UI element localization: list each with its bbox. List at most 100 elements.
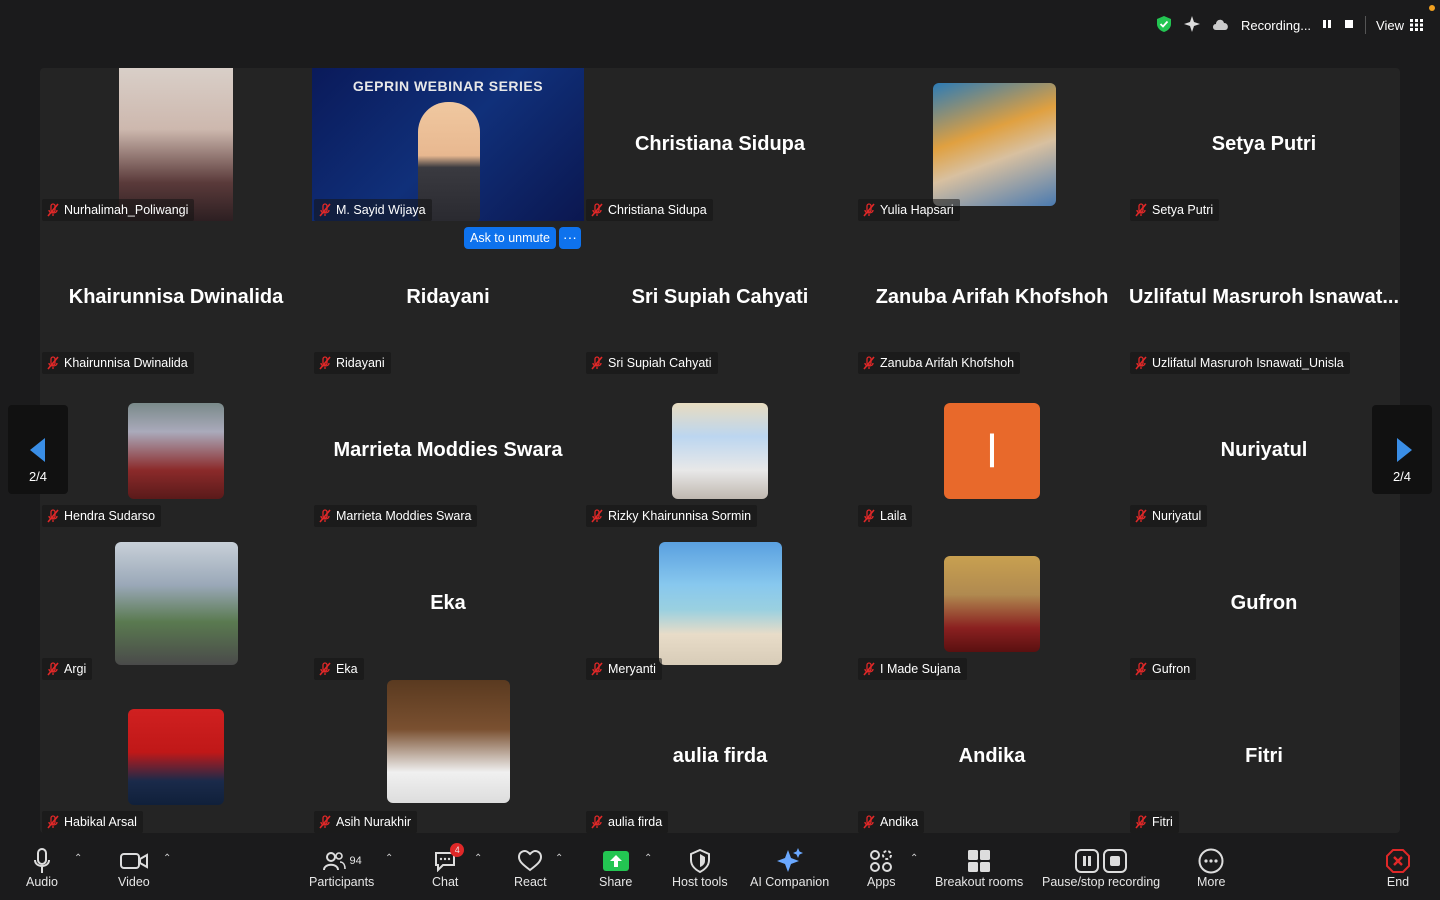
share-options-caret[interactable]: ⌃ bbox=[644, 853, 652, 864]
participant-tile[interactable]: Christiana Sidupa Christiana Sidupa bbox=[584, 68, 856, 221]
participants-button[interactable]: 94 Participants bbox=[309, 847, 374, 889]
muted-mic-icon bbox=[46, 662, 60, 676]
audio-options-caret[interactable]: ⌃ bbox=[74, 853, 82, 864]
participant-tile[interactable]: Rizky Khairunnisa Sormin bbox=[584, 374, 856, 527]
more-icon bbox=[1198, 848, 1224, 874]
view-button[interactable]: View bbox=[1376, 18, 1424, 33]
participant-tile[interactable]: Habikal Arsal bbox=[40, 680, 312, 833]
participant-tile[interactable]: Sri Supiah Cahyati Sri Supiah Cahyati bbox=[584, 221, 856, 374]
participant-nameplate: Rizky Khairunnisa Sormin bbox=[586, 505, 758, 527]
participant-tile[interactable]: Nurhalimah_Poliwangi bbox=[40, 68, 312, 221]
host-tools-button[interactable]: Host tools bbox=[672, 847, 728, 889]
divider bbox=[1365, 16, 1367, 34]
participant-nameplate: I Made Sujana bbox=[858, 658, 967, 680]
chat-options-caret[interactable]: ⌃ bbox=[474, 853, 482, 864]
stop-icon bbox=[1103, 849, 1128, 873]
participant-nameplate: Setya Putri bbox=[1130, 199, 1220, 221]
muted-mic-icon bbox=[1134, 662, 1148, 676]
audio-button[interactable]: Audio bbox=[26, 847, 58, 889]
cloud-recording-icon bbox=[1211, 17, 1231, 34]
end-meeting-button[interactable]: End bbox=[1385, 847, 1411, 889]
participant-nameplate: Christiana Sidupa bbox=[586, 199, 713, 221]
ai-companion-button[interactable]: AI Companion bbox=[750, 847, 829, 889]
previous-page-button[interactable]: 2/4 bbox=[8, 405, 68, 494]
participant-tile[interactable]: Eka Eka bbox=[312, 527, 584, 680]
share-label: Share bbox=[599, 875, 633, 889]
participants-options-caret[interactable]: ⌃ bbox=[385, 853, 393, 864]
microphone-icon bbox=[33, 848, 50, 873]
muted-mic-icon bbox=[862, 203, 876, 217]
participant-tile[interactable]: Nuriyatul Nuriyatul bbox=[1128, 374, 1400, 527]
participant-tile[interactable]: Uzlifatul Masruroh Isnawat... Uzlifatul M… bbox=[1128, 221, 1400, 374]
react-button[interactable]: React bbox=[514, 847, 547, 889]
react-label: React bbox=[514, 875, 547, 889]
participant-tile[interactable]: Gufron Gufron bbox=[1128, 527, 1400, 680]
ai-companion-label: AI Companion bbox=[750, 875, 830, 889]
participant-tile[interactable]: l Laila bbox=[856, 374, 1128, 527]
participant-tile[interactable]: GEPRIN WEBINAR SERIES M. Sayid Wijaya bbox=[312, 68, 584, 221]
participant-nameplate: Fitri bbox=[1130, 811, 1179, 833]
participant-nameplate: Laila bbox=[858, 505, 913, 527]
video-button[interactable]: Video bbox=[118, 847, 150, 889]
participant-photo bbox=[672, 403, 768, 499]
ask-to-unmute-button[interactable]: Ask to unmute bbox=[464, 227, 556, 249]
participant-tile[interactable]: Asih Nurakhir bbox=[312, 680, 584, 833]
participant-tile[interactable]: Zanuba Arifah Khofshoh Zanuba Arifah Khof… bbox=[856, 221, 1128, 374]
participant-tile[interactable]: Argi bbox=[40, 527, 312, 680]
participant-photo bbox=[387, 680, 510, 803]
participants-label: Participants bbox=[309, 875, 375, 889]
chat-badge: 4 bbox=[450, 843, 465, 857]
muted-mic-icon bbox=[862, 815, 876, 829]
next-page-button[interactable]: 2/4 bbox=[1372, 405, 1432, 494]
participant-name: Setya Putri bbox=[1152, 203, 1214, 217]
participant-nameplate: Gufron bbox=[1130, 658, 1197, 680]
muted-mic-icon bbox=[46, 509, 60, 523]
participant-tile[interactable]: Andika Andika bbox=[856, 680, 1128, 833]
participant-tile[interactable]: Yulia Hapsari bbox=[856, 68, 1128, 221]
share-button[interactable]: Share bbox=[599, 847, 632, 889]
react-options-caret[interactable]: ⌃ bbox=[555, 853, 563, 864]
participant-tile[interactable]: Fitri Fitri bbox=[1128, 680, 1400, 833]
breakout-rooms-button[interactable]: Breakout rooms bbox=[935, 847, 1023, 889]
participant-tile[interactable]: Khairunnisa Dwinalida Khairunnisa Dwinali… bbox=[40, 221, 312, 374]
pause-recording-icon[interactable] bbox=[1321, 18, 1333, 33]
participant-nameplate: Nuriyatul bbox=[1130, 505, 1208, 527]
stop-recording-icon[interactable] bbox=[1343, 18, 1355, 33]
participant-name: Gufron bbox=[1152, 662, 1191, 676]
more-button[interactable]: More bbox=[1197, 847, 1225, 889]
apps-options-caret[interactable]: ⌃ bbox=[910, 853, 918, 864]
participant-name: Nuriyatul bbox=[1152, 509, 1202, 523]
participant-tile[interactable]: aulia firda aulia firda bbox=[584, 680, 856, 833]
participant-tile[interactable]: Marrieta Moddies Swara Marrieta Moddies S… bbox=[312, 374, 584, 527]
shield-check-icon[interactable] bbox=[1155, 15, 1173, 36]
participant-name: Uzlifatul Masruroh Isnawati_Unisla bbox=[1152, 356, 1344, 370]
muted-mic-icon bbox=[46, 815, 60, 829]
participant-more-button[interactable]: ··· bbox=[558, 227, 581, 249]
muted-mic-icon bbox=[1134, 509, 1148, 523]
pause-icon bbox=[1075, 849, 1100, 873]
recording-status-area: Recording... View bbox=[1155, 12, 1424, 38]
chat-label: Chat bbox=[432, 875, 459, 889]
participant-tile[interactable]: Hendra Sudarso bbox=[40, 374, 312, 527]
pause-stop-recording-button[interactable]: Pause/stop recording bbox=[1042, 847, 1160, 889]
participant-nameplate: Khairunnisa Dwinalida bbox=[42, 352, 194, 374]
participant-nameplate: Habikal Arsal bbox=[42, 811, 143, 833]
participant-photo bbox=[944, 556, 1040, 652]
apps-button[interactable]: Apps bbox=[867, 847, 896, 889]
participant-tile[interactable]: I Made Sujana bbox=[856, 527, 1128, 680]
muted-mic-icon bbox=[590, 356, 604, 370]
participant-name: Zanuba Arifah Khofshoh bbox=[880, 356, 1015, 370]
muted-mic-icon bbox=[862, 509, 876, 523]
participant-nameplate: Yulia Hapsari bbox=[858, 199, 960, 221]
participant-tile[interactable]: Meryanti bbox=[584, 527, 856, 680]
avatar-initial: l bbox=[986, 425, 998, 477]
ai-sparkle-icon[interactable] bbox=[1183, 15, 1201, 36]
video-label: Video bbox=[118, 875, 150, 889]
chat-button[interactable]: 4 Chat bbox=[432, 843, 465, 889]
participant-nameplate: Andika bbox=[858, 811, 925, 833]
ai-sparkle-icon bbox=[776, 848, 803, 872]
participant-nameplate: aulia firda bbox=[586, 811, 669, 833]
video-options-caret[interactable]: ⌃ bbox=[163, 853, 171, 864]
participant-nameplate: Asih Nurakhir bbox=[314, 811, 418, 833]
participant-tile[interactable]: Setya Putri Setya Putri bbox=[1128, 68, 1400, 221]
